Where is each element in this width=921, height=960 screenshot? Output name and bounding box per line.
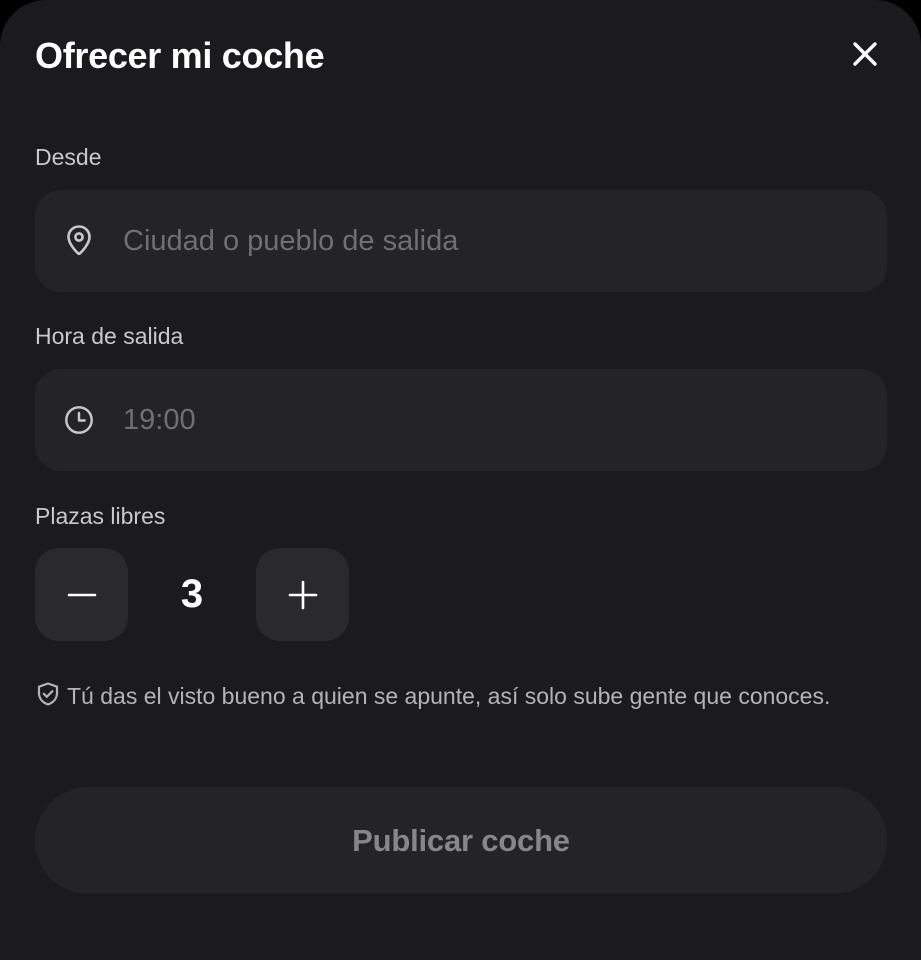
- from-label: Desde: [35, 144, 102, 170]
- publish-car-button[interactable]: Publicar coche: [35, 787, 887, 894]
- departure-field[interactable]: [35, 369, 887, 471]
- page-title: Ofrecer mi coche: [35, 35, 325, 76]
- approval-note-text: Tú das el visto bueno a quien se apunte,…: [67, 683, 831, 709]
- close-button[interactable]: [840, 30, 890, 78]
- close-icon: [853, 42, 877, 66]
- seats-decrement-button[interactable]: [35, 548, 128, 641]
- approval-note: Tú das el visto bueno a quien se apunte,…: [35, 677, 855, 716]
- seats-increment-button[interactable]: [256, 548, 349, 641]
- from-input[interactable]: [123, 190, 863, 292]
- clock-icon: [63, 403, 95, 437]
- from-field[interactable]: [35, 190, 887, 292]
- departure-time-input[interactable]: [123, 369, 863, 471]
- departure-label: Hora de salida: [35, 323, 184, 349]
- shield-check-icon: [37, 682, 59, 706]
- map-pin-icon: [63, 224, 95, 258]
- minus-icon: [67, 593, 96, 596]
- offer-car-sheet: Ofrecer mi coche Desde Hora de salida Pl…: [0, 0, 921, 960]
- seats-label: Plazas libres: [35, 503, 166, 529]
- seats-count: 3: [180, 572, 204, 616]
- plus-icon: [288, 580, 317, 609]
